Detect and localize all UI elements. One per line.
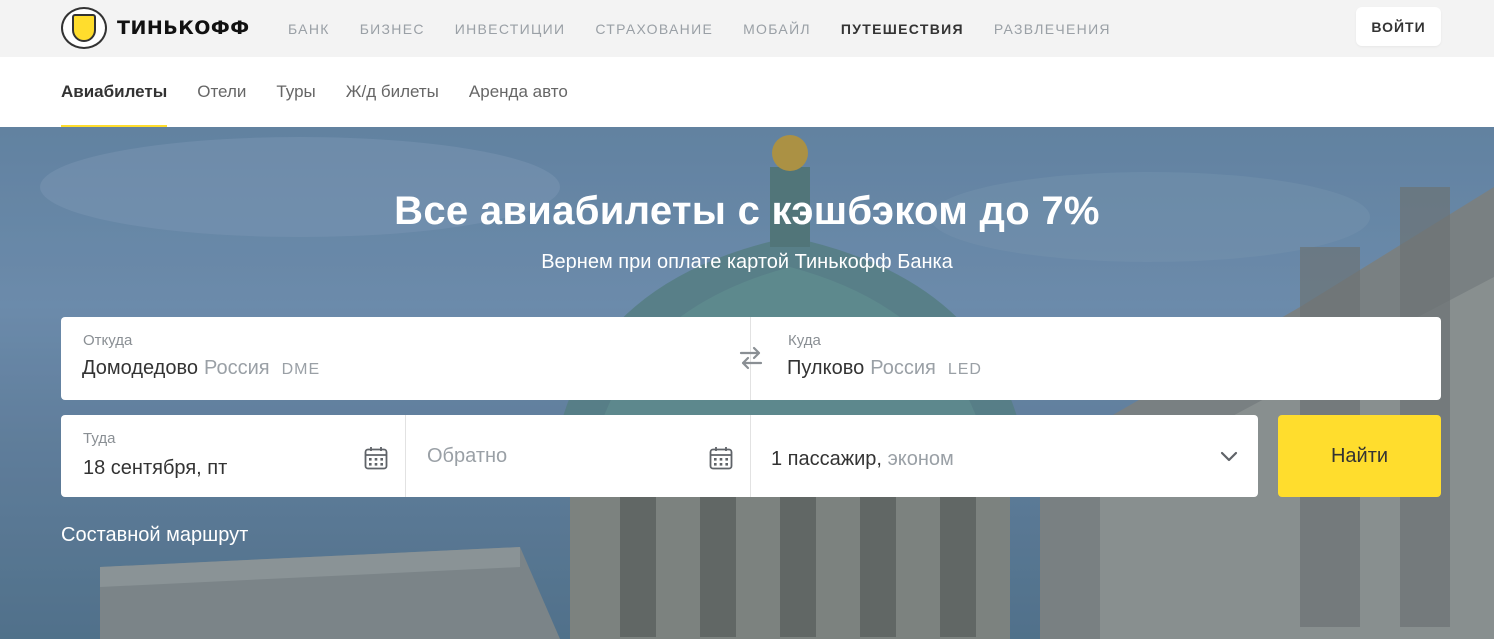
to-label: Куда — [788, 332, 821, 349]
top-navigation-bar: ТИНЬКОФФ БАНК БИЗНЕС ИНВЕСТИЦИИ СТРАХОВАНИЕ… — [0, 0, 1494, 57]
return-date-field[interactable]: Обратно — [406, 415, 750, 497]
subnav-tab-3[interactable]: Ж/д билеты — [346, 57, 439, 127]
subnav-tab-0[interactable]: Авиабилеты — [61, 57, 168, 127]
return-placeholder: Обратно — [427, 445, 508, 467]
brand-logo[interactable]: ТИНЬКОФФ — [61, 7, 250, 49]
topnav-item-6[interactable]: РАЗВЛЕЧЕНИЯ — [994, 21, 1111, 37]
from-airport-code: DME — [281, 361, 321, 378]
travel-sub-navigation: Авиабилеты Отели Туры Ж/д билеты Аренда авто — [0, 57, 1494, 127]
route-fields: Откуда Домодедово Россия DME Куда Пулково Р… — [61, 317, 1441, 400]
main-sections-nav: БАНК БИЗНЕС ИНВЕСТИЦИИ СТРАХОВАНИЕ МОБАЙЛ ПУТ… — [288, 0, 1141, 57]
login-button[interactable]: ВОЙТИ — [1356, 7, 1441, 46]
hero-title: Все авиабилеты с кэшбэком до 7% — [394, 189, 1100, 233]
search-submit-button[interactable]: Найти — [1278, 415, 1441, 497]
tinkoff-logo-icon — [61, 7, 107, 49]
to-value: Пулково Россия LED — [787, 357, 982, 380]
from-value: Домодедово Россия DME — [82, 357, 320, 380]
depart-label: Туда — [83, 430, 116, 447]
subnav-tab-1[interactable]: Отели — [197, 57, 246, 127]
dates-and-passengers: Туда 18 сентября, пт Обратно 1 пассажир,… — [61, 415, 1258, 497]
travel-class: эконом — [887, 448, 954, 470]
brand-name: ТИНЬКОФФ — [117, 17, 250, 39]
hero-section: Все авиабилеты с кэшбэком до 7% Вернем п… — [0, 127, 1494, 639]
passengers-select[interactable]: 1 пассажир, эконом — [751, 415, 1258, 497]
from-field[interactable]: Откуда Домодедово Россия DME — [61, 317, 750, 400]
from-country: Россия — [204, 357, 270, 379]
to-city: Пулково — [787, 357, 865, 379]
topnav-item-3[interactable]: СТРАХОВАНИЕ — [595, 21, 713, 37]
multi-route-link[interactable]: Составной маршрут — [61, 524, 248, 547]
topnav-item-1[interactable]: БИЗНЕС — [360, 21, 425, 37]
to-airport-code: LED — [947, 361, 982, 378]
from-label: Откуда — [83, 332, 133, 349]
to-field[interactable]: Куда Пулково Россия LED — [751, 317, 1441, 400]
subnav-tab-2[interactable]: Туры — [276, 57, 315, 127]
topnav-item-4[interactable]: МОБАЙЛ — [743, 21, 811, 37]
topnav-item-0[interactable]: БАНК — [288, 21, 330, 37]
topnav-item-2[interactable]: ИНВЕСТИЦИИ — [455, 21, 566, 37]
calendar-icon — [709, 447, 733, 470]
to-country: Россия — [870, 357, 936, 379]
topnav-item-5[interactable]: ПУТЕШЕСТВИЯ — [841, 21, 964, 37]
hero-subtitle: Вернем при оплате картой Тинькофф Банка — [541, 251, 953, 273]
depart-date-field[interactable]: Туда 18 сентября, пт — [61, 415, 405, 497]
passengers-value: 1 пассажир, эконом — [771, 448, 954, 471]
passengers-count: 1 пассажир, — [771, 448, 882, 470]
depart-value: 18 сентября, пт — [83, 457, 228, 479]
from-city: Домодедово — [82, 357, 198, 379]
chevron-down-icon — [1220, 451, 1238, 462]
calendar-icon — [364, 447, 388, 470]
subnav-tab-4[interactable]: Аренда авто — [469, 57, 568, 127]
